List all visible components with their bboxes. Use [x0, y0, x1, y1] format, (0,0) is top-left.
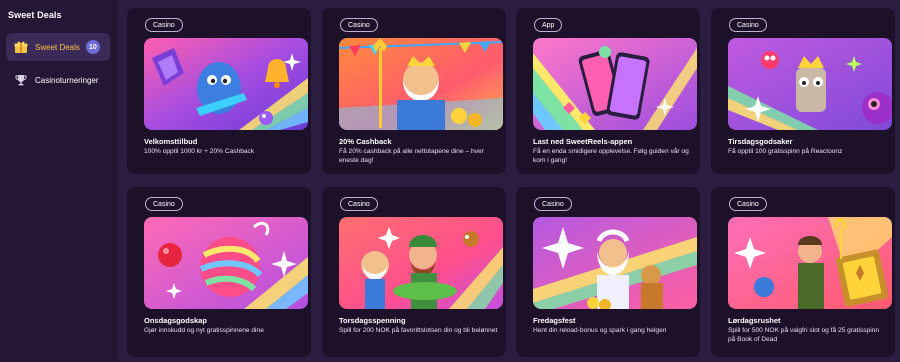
count-badge: 10: [85, 40, 100, 54]
velkomst-art: [144, 38, 308, 130]
sidebar-title: Sweet Deals: [8, 10, 62, 20]
category-tag: Casino: [534, 197, 572, 211]
promo-card-20-cashback[interactable]: Casino 20% Cashback Få 20% cashback på a…: [322, 8, 506, 174]
promo-card-fredagsfest[interactable]: Casino Fredagsfest Hent din reload-bonus…: [516, 187, 700, 357]
category-tag: App: [534, 18, 563, 32]
poseidon-art: [339, 38, 503, 130]
promo-description: 100% opptil 1000 kr + 20% Cashback: [144, 148, 255, 155]
category-tag: Casino: [340, 18, 378, 32]
category-tag: Casino: [729, 18, 767, 32]
promo-card-lordagsrushet[interactable]: Casino Lørdagsrushet Spill for 500 NOK p…: [711, 187, 895, 357]
promo-card-onsdagsgodskap[interactable]: Casino Onsdagsgodskap Gjør innskudd og n…: [127, 187, 311, 357]
promo-title: Velkomsttilbud: [144, 137, 198, 146]
category-tag: Casino: [340, 197, 378, 211]
promo-card-tirsdagsgodsaker[interactable]: Casino Tirsdagsgodsaker Få opptil 100 gr…: [711, 8, 895, 174]
promo-title: Lørdagsrushet: [728, 316, 781, 325]
promotions-grid: Casino Velkomsttilbud 100% opptil 1000 k…: [118, 0, 900, 362]
promo-card-torsdagsspenning[interactable]: Casino Torsdagsspenning Spill for 200 NO…: [322, 187, 506, 357]
sidebar-item-label: Casinoturneringer: [35, 75, 99, 85]
promo-description: Spill for 200 NOK på favorittslotsen din…: [339, 327, 498, 334]
promo-description: Hent din reload-bonus og spark i gang he…: [533, 327, 667, 334]
sidebar-item-casinoturneringer[interactable]: Casinoturneringer: [6, 66, 110, 94]
promo-title: Last ned SweetReels-appen: [533, 137, 633, 146]
category-tag: Casino: [145, 197, 183, 211]
category-tag: Casino: [145, 18, 183, 32]
promo-title: Torsdagsspenning: [339, 316, 406, 325]
promo-title: 20% Cashback: [339, 137, 392, 146]
promo-card-sweetreels-app[interactable]: App Last ned SweetReels-appen Få en enda…: [516, 8, 700, 174]
promo-title: Tirsdagsgodsaker: [728, 137, 793, 146]
sidebar-item-label: Sweet Deals: [35, 42, 80, 52]
fisherman-art: [339, 217, 503, 309]
sidebar: Sweet Deals Sweet Deals 10 Casinoturneri…: [0, 0, 118, 362]
reactoonz-art: [728, 38, 892, 130]
promo-description: Få opptil 100 gratisspinn på Reactoonz: [728, 148, 843, 155]
category-tag: Casino: [729, 197, 767, 211]
promo-title: Fredagsfest: [533, 316, 576, 325]
promo-description: Få 20% cashback på alle nettotapene dine…: [339, 148, 484, 165]
promo-description: Få en enda smidigere opplevelse. Følg gu…: [533, 148, 689, 165]
gift-box-icon: [13, 39, 29, 55]
zeus-art: [533, 217, 697, 309]
promo-card-velkomsttilbud[interactable]: Casino Velkomsttilbud 100% opptil 1000 k…: [127, 8, 311, 174]
trophy-icon: [13, 72, 29, 88]
promo-title: Onsdagsgodskap: [144, 316, 207, 325]
promo-description: Gjør innskudd og nyt gratisspinnene dine: [144, 327, 264, 334]
book-of-dead-art: [728, 217, 892, 309]
promo-description: Spill for 500 NOK på valgfri slot og få …: [728, 327, 880, 344]
phones-art: [533, 38, 697, 130]
candy-art: [144, 217, 308, 309]
sidebar-item-sweet-deals[interactable]: Sweet Deals 10: [6, 33, 110, 61]
